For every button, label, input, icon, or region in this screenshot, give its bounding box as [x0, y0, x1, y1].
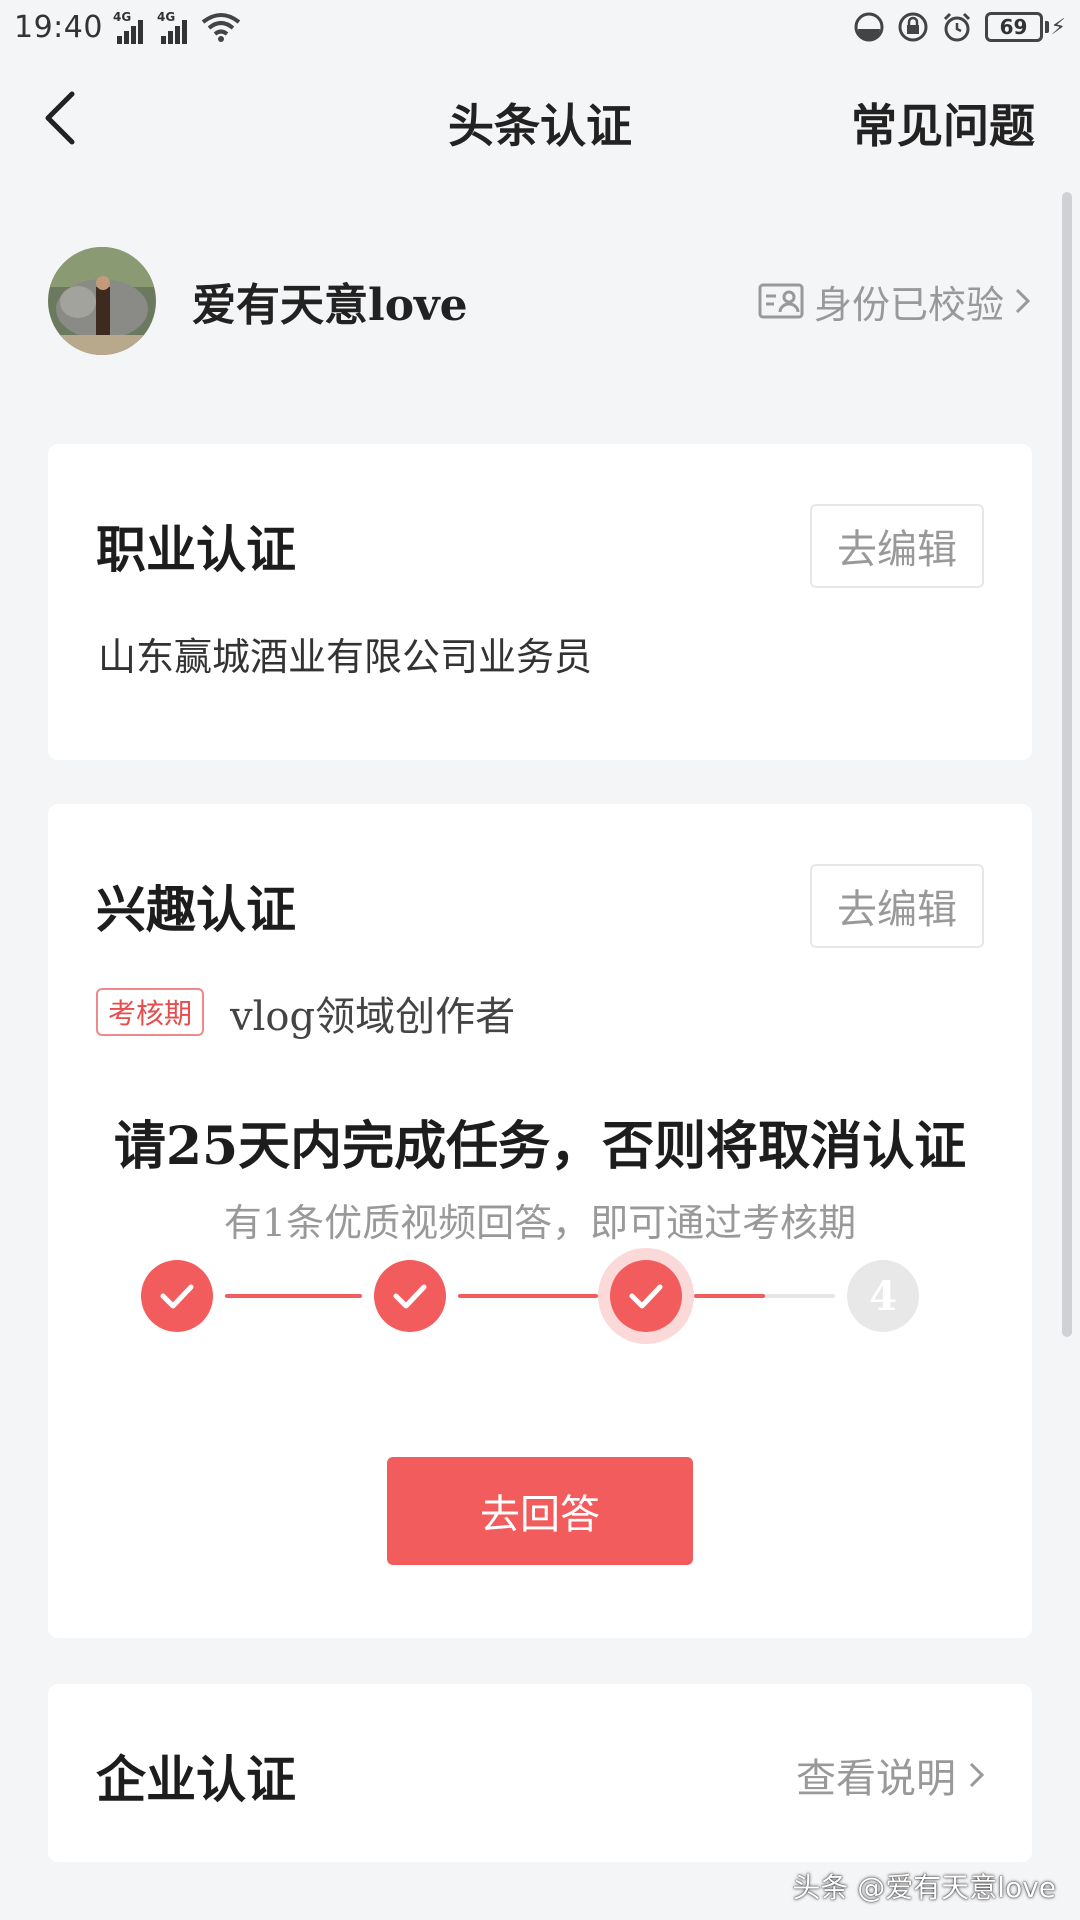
view-explanation-link[interactable]: 查看说明	[796, 1746, 986, 1804]
enterprise-title: 企业认证	[96, 1750, 296, 1809]
career-description: 山东赢城酒业有限公司业务员	[98, 635, 593, 679]
status-bar: 19:40 4G 4G 69 ⚡	[0, 0, 1080, 54]
network-type-label: 4G	[112, 10, 132, 24]
id-card-icon	[758, 283, 804, 319]
step-connector-progress	[694, 1294, 765, 1298]
alarm-icon	[943, 12, 970, 42]
interest-edit-button[interactable]: 去编辑	[810, 864, 984, 948]
interest-field: vlog领域创作者	[230, 994, 516, 1040]
step-connector-track	[694, 1294, 835, 1298]
step-pending: 4	[847, 1260, 919, 1332]
career-card: 职业认证 去编辑 山东赢城酒业有限公司业务员	[48, 444, 1032, 760]
charging-icon: ⚡	[1050, 14, 1066, 40]
chevron-right-icon	[969, 1762, 985, 1788]
step-connector	[225, 1294, 362, 1298]
status-right: 69 ⚡	[853, 11, 1066, 43]
career-edit-button[interactable]: 去编辑	[810, 504, 984, 588]
interest-title: 兴趣认证	[96, 880, 296, 939]
status-left: 19:40 4G 4G	[14, 10, 241, 45]
step-complete-check-icon	[141, 1260, 213, 1332]
step-connector	[458, 1294, 598, 1298]
interest-card: 兴趣认证 去编辑 考核期 vlog领域创作者 请25天内完成任务，否则将取消认证…	[48, 804, 1032, 1638]
scrollbar[interactable]	[1062, 192, 1072, 1337]
watermark: 头条 @爱有天意love	[792, 1871, 1056, 1904]
username: 爱有天意love	[192, 280, 468, 331]
avatar[interactable]	[48, 247, 156, 355]
nav-bar: 头条认证 常见问题	[0, 66, 1080, 176]
step-complete-check-icon	[610, 1260, 682, 1332]
chevron-right-icon	[1015, 288, 1031, 314]
network-type-label: 4G	[156, 10, 176, 24]
assessment-badge: 考核期	[96, 988, 205, 1036]
chevron-left-icon	[45, 91, 75, 145]
identity-verified-link[interactable]: 身份已校验	[758, 274, 1032, 329]
profile-row: 爱有天意love 身份已校验	[48, 246, 1032, 356]
signal-icon: 4G	[157, 10, 191, 44]
data-saver-icon	[854, 12, 884, 42]
faq-link[interactable]: 常见问题	[851, 90, 1035, 156]
wifi-icon	[201, 13, 241, 42]
view-explanation-label: 查看说明	[796, 1756, 956, 1802]
identity-verified-label: 身份已校验	[813, 282, 1004, 327]
answer-button[interactable]: 去回答	[387, 1457, 693, 1565]
back-button[interactable]	[40, 88, 100, 154]
enterprise-card: 企业认证 查看说明	[48, 1684, 1032, 1862]
task-title: 请25天内完成任务，否则将取消认证	[113, 1116, 967, 1177]
battery-icon: 69 ⚡	[984, 12, 1066, 42]
step-complete-check-icon	[374, 1260, 446, 1332]
task-subtitle: 有1条优质视频回答，即可通过考核期	[223, 1201, 857, 1245]
status-time: 19:40	[14, 9, 103, 45]
signal-icon: 4G	[113, 10, 147, 44]
career-title: 职业认证	[96, 520, 296, 579]
battery-level: 69	[984, 12, 1043, 42]
lock-rotation-icon	[898, 12, 928, 42]
